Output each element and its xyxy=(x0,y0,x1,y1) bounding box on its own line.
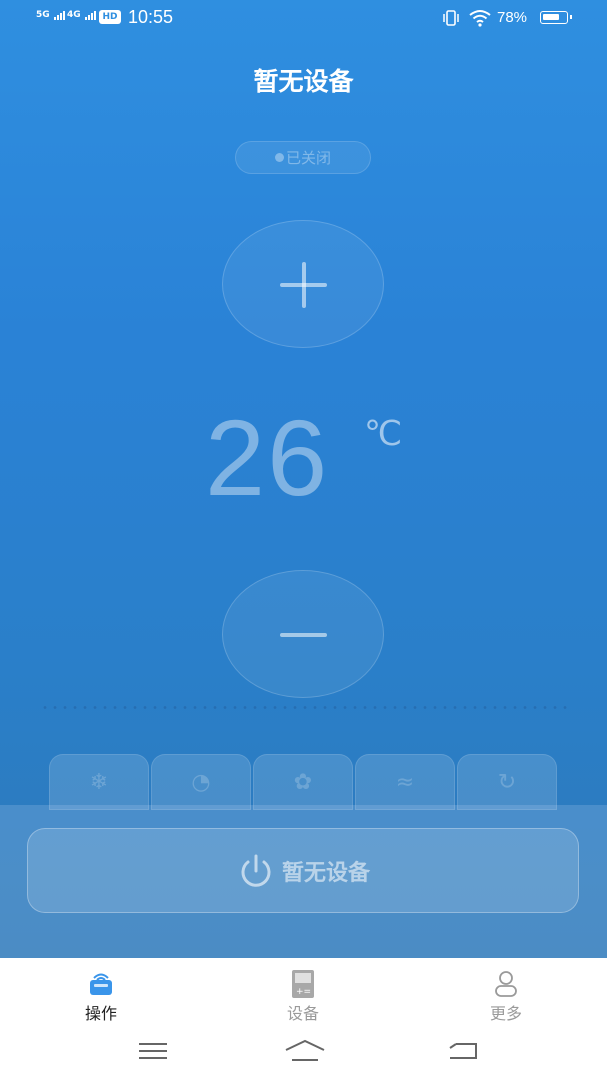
mode-swing-tab[interactable]: ↻ xyxy=(457,754,557,810)
swing-icon: ↻ xyxy=(497,769,517,795)
tab-operation-label: 操作 xyxy=(84,1004,117,1023)
divider-dots xyxy=(40,706,570,709)
signal-5g-icon: 5G xyxy=(36,10,65,20)
home-icon[interactable] xyxy=(284,1038,326,1064)
device-state-label: 已关闭 xyxy=(285,149,331,167)
back-icon[interactable] xyxy=(446,1038,480,1064)
status-time: 10:55 xyxy=(128,7,174,27)
vibrate-icon xyxy=(443,10,459,26)
status-bar: 5G 4G HD 10:55 78% xyxy=(0,0,607,38)
state-dot-icon xyxy=(274,153,284,162)
battery-fill xyxy=(543,14,559,20)
mode-wind-tab[interactable]: ≈ xyxy=(355,754,455,810)
temperature-up-button[interactable] xyxy=(222,220,384,348)
device-state-badge: 已关闭 xyxy=(235,141,371,174)
page-title: 暂无设备 xyxy=(253,67,354,96)
bottom-tab-bar: 操作 += 设备 更多 xyxy=(0,958,607,1028)
power-button-label: 暂无设备 xyxy=(281,860,370,886)
signal-4g-icon: 4G xyxy=(67,10,96,20)
fan-icon: ✿ xyxy=(293,769,313,795)
device-icon: += xyxy=(292,970,314,998)
svg-text:+=: += xyxy=(296,987,311,997)
tab-device[interactable]: += 设备 xyxy=(263,968,343,1024)
mode-cool-tab[interactable]: ❄ xyxy=(49,754,149,810)
power-button[interactable]: 暂无设备 xyxy=(27,828,579,913)
drop-icon: ◔ xyxy=(191,769,211,795)
battery-percent: 78% xyxy=(497,9,528,26)
wind-icon: ≈ xyxy=(395,769,415,795)
signal-5g-label: 5G xyxy=(36,10,50,20)
minus-icon xyxy=(280,633,327,637)
temperature-down-button[interactable] xyxy=(222,570,384,698)
mode-dry-tab[interactable]: ◔ xyxy=(151,754,251,810)
wifi-icon xyxy=(469,10,491,27)
battery-icon xyxy=(540,11,572,24)
person-icon xyxy=(495,971,517,997)
power-icon xyxy=(241,854,271,887)
tab-device-label: 设备 xyxy=(286,1004,319,1023)
snowflake-icon: ❄ xyxy=(89,769,109,795)
system-nav-bar xyxy=(0,1028,607,1080)
mode-selector: ❄ ◔ ✿ ≈ ↻ xyxy=(36,742,572,810)
temperature-value: 26 xyxy=(205,397,330,518)
tab-operation[interactable]: 操作 xyxy=(61,968,141,1024)
tab-more-label: 更多 xyxy=(489,1004,522,1023)
mode-fan-tab[interactable]: ✿ xyxy=(253,754,353,810)
menu-icon[interactable] xyxy=(138,1038,168,1064)
hd-voice-icon: HD xyxy=(99,10,121,24)
tab-more[interactable]: 更多 xyxy=(466,968,546,1024)
temperature-unit: ℃ xyxy=(364,415,403,453)
ac-remote-screen: 5G 4G HD 10:55 78% 暂无设备 已关闭 26 ℃ ❄ ◔ ✿ ≈… xyxy=(0,0,607,958)
remote-icon xyxy=(90,973,112,995)
signal-4g-label: 4G xyxy=(67,10,81,20)
